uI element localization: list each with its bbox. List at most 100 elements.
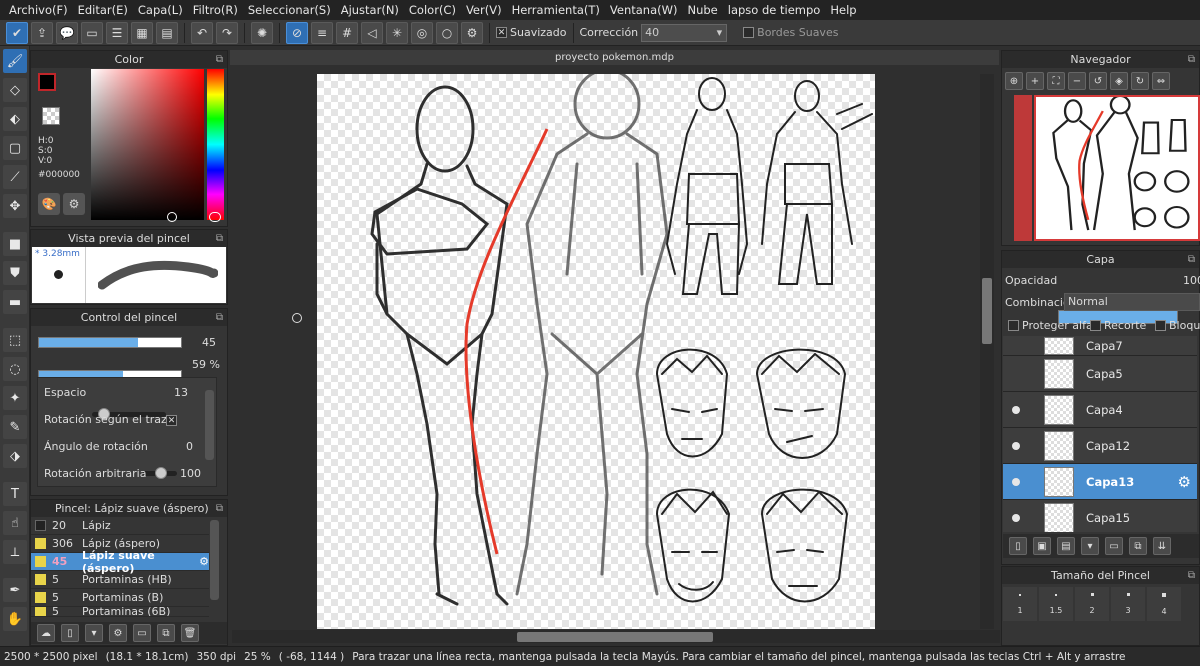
eye-icon[interactable] xyxy=(1009,403,1023,417)
layer-row-capa4[interactable]: Capa4 xyxy=(1003,392,1197,428)
reset-view-icon[interactable]: ◈ xyxy=(1110,72,1128,90)
menu-ventana[interactable]: Ventana(W) xyxy=(605,3,683,17)
comment-icon[interactable]: 💬 xyxy=(56,21,78,44)
brush-size-slider[interactable] xyxy=(38,337,182,348)
folder-icon[interactable]: ▭ xyxy=(133,624,151,642)
blend-mode-dropdown[interactable]: Normal xyxy=(1064,293,1200,311)
hue-slider-knob[interactable] xyxy=(209,212,221,222)
zoom-out-icon[interactable]: − xyxy=(1068,72,1086,90)
snap-radial-icon[interactable]: ✳ xyxy=(386,21,408,44)
gear-icon[interactable]: ⚙ xyxy=(1178,473,1191,491)
lock-checkbox[interactable] xyxy=(1155,320,1166,331)
popout-icon[interactable]: ⧉ xyxy=(216,51,223,68)
duplicate-icon[interactable]: ⧉ xyxy=(1129,537,1147,555)
smoothing-checkbox[interactable]: ✕ xyxy=(496,27,507,38)
hue-slider[interactable] xyxy=(207,69,224,220)
menu-herramienta[interactable]: Herramienta(T) xyxy=(507,3,605,17)
snap-curve-icon[interactable]: ○ xyxy=(436,21,458,44)
visibility-toggle[interactable] xyxy=(1009,339,1023,353)
saturation-value-picker[interactable] xyxy=(91,69,204,220)
navigator-thumbnail[interactable] xyxy=(1034,95,1200,241)
popout-icon[interactable]: ⧉ xyxy=(216,500,223,517)
brush-options-scrollbar[interactable] xyxy=(205,390,214,460)
new-halftone-layer-icon[interactable]: ▣ xyxy=(1033,537,1051,555)
visibility-toggle[interactable] xyxy=(1009,367,1023,381)
eye-icon[interactable] xyxy=(1009,439,1023,453)
redo-icon[interactable]: ↷ xyxy=(216,21,238,44)
duplicate-icon[interactable]: ⧉ xyxy=(157,624,175,642)
hand-tool-icon[interactable]: ✋ xyxy=(3,607,27,631)
layer-row-capa15[interactable]: Capa15 xyxy=(1003,500,1197,532)
add-brush-menu-icon[interactable]: ▾ xyxy=(85,624,103,642)
export-icon[interactable]: ⇪ xyxy=(31,21,53,44)
fill-rect-icon[interactable]: ■ xyxy=(3,232,27,256)
eye-icon[interactable] xyxy=(1009,475,1023,489)
correction-dropdown[interactable]: 40 ▾ xyxy=(641,23,728,42)
rotation-angle-knob[interactable] xyxy=(155,467,167,479)
snap-grid-icon[interactable]: # xyxy=(336,21,358,44)
copy-layer-icon[interactable]: ▤ xyxy=(1057,537,1075,555)
drawing-canvas[interactable] xyxy=(317,74,875,629)
cloud-sync-icon[interactable]: ✔ xyxy=(6,21,28,44)
palette-icon[interactable]: 🎨 xyxy=(38,193,60,215)
brush-list-item-selected[interactable]: 45 Lápiz suave (áspero) ⚙ xyxy=(31,549,209,575)
popout-icon[interactable]: ⧉ xyxy=(1188,567,1195,584)
horizontal-scroll-thumb[interactable] xyxy=(517,632,713,642)
menu-seleccionar[interactable]: Seleccionar(S) xyxy=(243,3,336,17)
menu-help[interactable]: Help xyxy=(825,3,861,17)
rotate-left-icon[interactable]: ↺ xyxy=(1089,72,1107,90)
snap-settings-icon[interactable]: ⚙ xyxy=(461,21,483,44)
brush-size-preset[interactable]: 1 xyxy=(1003,587,1037,621)
foreground-color-swatch[interactable] xyxy=(38,73,56,91)
menu-archivo[interactable]: Archivo(F) xyxy=(4,3,73,17)
rotation-angle-slider[interactable] xyxy=(143,467,177,479)
eyedropper-icon[interactable]: ✒ xyxy=(3,578,27,602)
dot-eraser-icon[interactable]: ⬖ xyxy=(3,107,27,131)
material-icon[interactable]: ▤ xyxy=(156,21,178,44)
protect-alpha-checkbox[interactable] xyxy=(1008,320,1019,331)
merge-down-icon[interactable]: ⇊ xyxy=(1153,537,1171,555)
rectangle-tool-icon[interactable]: ▢ xyxy=(3,136,27,160)
menu-capa[interactable]: Capa(L) xyxy=(133,3,188,17)
menu-nube[interactable]: Nube xyxy=(682,3,722,17)
loading-icon[interactable]: ✺ xyxy=(251,21,273,44)
eraser-tool-icon[interactable]: ◇ xyxy=(3,78,27,102)
fit-screen-icon[interactable]: ⛶ xyxy=(1047,72,1065,90)
brush-size-preset[interactable]: 3 xyxy=(1111,587,1145,621)
snap-perspective-icon[interactable]: ◁ xyxy=(361,21,383,44)
menu-ajustar[interactable]: Ajustar(N) xyxy=(336,3,404,17)
new-brush-icon[interactable]: ▯ xyxy=(61,624,79,642)
grid-layout-icon[interactable]: ▦ xyxy=(131,21,153,44)
menu-editar[interactable]: Editar(E) xyxy=(73,3,133,17)
trash-icon[interactable]: 🗑 xyxy=(181,624,199,642)
rotation-stroke-checkbox[interactable]: ✕ xyxy=(166,415,177,426)
navigator-viewport-frame[interactable] xyxy=(1014,95,1032,241)
select-rect-icon[interactable]: ⬚ xyxy=(3,328,27,352)
gradient-icon[interactable]: ▬ xyxy=(3,290,27,314)
layer-row-capa13[interactable]: Capa13 ⚙ xyxy=(1003,464,1197,500)
line-tool-icon[interactable]: ⟋ xyxy=(3,165,27,189)
snap-concentric-icon[interactable]: ◎ xyxy=(411,21,433,44)
brush-list-item[interactable]: 5 Portaminas (6B) xyxy=(31,607,209,617)
menu-lapso-de-tiempo[interactable]: lapso de tiempo xyxy=(723,3,826,17)
vertical-scroll-thumb[interactable] xyxy=(982,278,992,344)
text-tool-icon[interactable]: T xyxy=(3,482,27,506)
lasso-icon[interactable]: ◌ xyxy=(3,357,27,381)
brush-list-scrollbar[interactable] xyxy=(210,520,219,600)
undo-icon[interactable]: ↶ xyxy=(191,21,213,44)
popout-icon[interactable]: ⧉ xyxy=(216,230,223,247)
brush-size-preset[interactable]: 4 xyxy=(1147,587,1181,621)
popout-icon[interactable]: ⧉ xyxy=(216,309,223,326)
document-tab[interactable]: proyecto pokemon.mdp xyxy=(230,50,999,65)
background-color-swatch[interactable] xyxy=(42,107,60,125)
layer-row-capa5[interactable]: Capa5 xyxy=(1003,356,1197,392)
brush-list-item[interactable]: 20 Lápiz xyxy=(31,517,209,535)
bucket-icon[interactable]: ⛊ xyxy=(3,261,27,285)
brush-settings-icon[interactable]: ⚙ xyxy=(109,624,127,642)
popout-icon[interactable]: ⧉ xyxy=(1188,51,1195,68)
menu-ver[interactable]: Ver(V) xyxy=(461,3,507,17)
checklist-icon[interactable]: ☰ xyxy=(106,21,128,44)
popout-icon[interactable]: ⧉ xyxy=(1188,251,1195,268)
clipping-checkbox[interactable] xyxy=(1090,320,1101,331)
move-tool-icon[interactable]: ✥ xyxy=(3,194,27,218)
